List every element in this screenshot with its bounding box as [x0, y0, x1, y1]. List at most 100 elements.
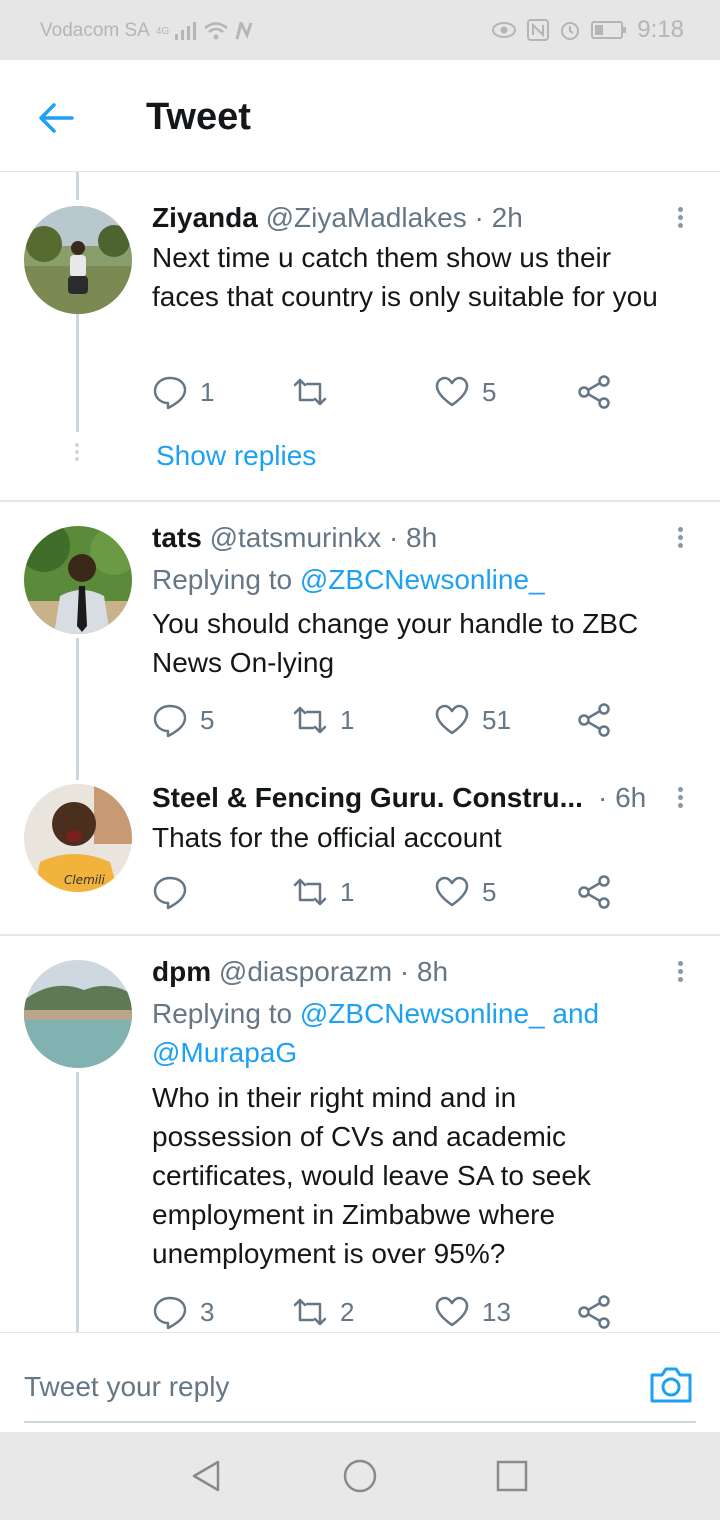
avatar[interactable]: Clemili	[24, 784, 132, 892]
replying-prefix: Replying to	[152, 998, 293, 1029]
tweet-steel-fencing[interactable]: Clemili Steel & Fencing Guru. Constru...…	[0, 772, 720, 934]
reply-count: 3	[200, 1296, 215, 1327]
timestamp: · 6h	[598, 782, 647, 813]
share-icon	[578, 1295, 610, 1329]
nav-back-icon[interactable]	[188, 1458, 224, 1494]
nfc-icon	[527, 19, 550, 41]
replying-to: Replying to @ZBCNewsonline_ and @MurapaG	[152, 994, 652, 1072]
retweet-button[interactable]: 2	[292, 1294, 354, 1330]
thread-continuation-dots	[75, 440, 79, 464]
back-arrow-icon[interactable]	[36, 98, 76, 138]
timestamp: · 2h	[474, 202, 523, 233]
retweet-button[interactable]: 1	[292, 874, 354, 910]
system-nav-bar	[0, 1432, 720, 1520]
tweet-header: Steel & Fencing Guru. Constru...	[152, 782, 583, 814]
reply-icon	[153, 376, 187, 410]
wifi-icon	[204, 22, 228, 40]
tweet-actions: 1 5	[152, 374, 622, 414]
reply-button[interactable]: 1	[152, 374, 214, 410]
reply-button[interactable]: 5	[152, 702, 214, 738]
retweet-button[interactable]: 1	[292, 702, 354, 738]
tweet-text: Thats for the official account	[152, 822, 502, 853]
avatar[interactable]	[24, 526, 132, 634]
app-header: Tweet	[0, 60, 720, 172]
thread-line	[76, 172, 79, 200]
more-options-icon[interactable]	[668, 784, 692, 814]
n-icon	[235, 22, 253, 40]
like-button[interactable]: 5	[434, 374, 496, 410]
heart-icon	[435, 704, 469, 735]
tweet-header: dpm @diasporazm · 8h	[152, 956, 448, 988]
replying-to-link[interactable]: @ZBCNewsonline_	[300, 564, 545, 595]
more-options-icon[interactable]	[668, 524, 692, 554]
retweet-icon	[293, 1298, 327, 1326]
camera-icon[interactable]	[648, 1361, 694, 1407]
display-name[interactable]: Steel & Fencing Guru. Constru...	[152, 782, 583, 814]
like-button[interactable]: 13	[434, 1294, 511, 1330]
avatar[interactable]	[24, 206, 132, 314]
retweet-count: 2	[340, 1296, 355, 1327]
battery-icon	[591, 21, 627, 39]
retweet-icon	[293, 878, 327, 906]
heart-icon	[435, 876, 469, 907]
share-button[interactable]	[576, 1294, 612, 1330]
tweet-actions: 3 2 13	[152, 1294, 622, 1334]
replying-to: Replying to @ZBCNewsonline_	[152, 560, 545, 599]
tweet-actions: 1 5	[152, 874, 622, 914]
display-name[interactable]: tats	[152, 522, 202, 554]
retweet-icon	[293, 378, 327, 406]
reply-icon	[153, 1296, 187, 1330]
eye-icon	[492, 22, 517, 38]
reply-count: 5	[200, 704, 215, 735]
signal-icon	[175, 22, 197, 40]
status-icons: 9:18	[491, 16, 684, 44]
display-name[interactable]: Ziyanda	[152, 202, 258, 234]
nav-recents-icon[interactable]	[494, 1458, 530, 1494]
user-handle[interactable]: @diasporazm	[219, 956, 392, 988]
reply-count: 1	[200, 376, 215, 407]
timestamp: · 8h	[388, 522, 438, 553]
tweet-actions: 5 1 51	[152, 702, 622, 742]
tweet-text: Next time u catch them show us their fac…	[152, 242, 658, 312]
share-button[interactable]	[576, 374, 612, 410]
display-name[interactable]: dpm	[152, 956, 211, 988]
thread-line	[76, 638, 79, 780]
heart-icon	[435, 1296, 469, 1327]
tweet-text: You should change your handle to ZBC New…	[152, 608, 639, 678]
retweet-icon	[293, 706, 327, 734]
timestamp: · 8h	[399, 956, 449, 987]
user-handle[interactable]: @ZiyaMadlakes	[266, 202, 467, 234]
heart-icon	[435, 376, 469, 407]
clock: 9:18	[637, 16, 684, 43]
like-button[interactable]: 51	[434, 702, 511, 738]
tweet-dpm[interactable]: dpm @diasporazm · 8h Replying to @ZBCNew…	[0, 936, 720, 1332]
reply-button[interactable]	[152, 874, 200, 910]
retweet-count: 1	[340, 704, 355, 735]
user-handle[interactable]: @tatsmurinkx	[210, 522, 382, 554]
more-options-icon[interactable]	[668, 204, 692, 234]
avatar[interactable]	[24, 960, 132, 1068]
show-replies-link[interactable]: Show replies	[156, 440, 316, 472]
more-options-icon[interactable]	[668, 958, 692, 988]
share-button[interactable]	[576, 702, 612, 738]
status-bar: Vodacom SA 4G 9:18	[0, 0, 720, 60]
thread-line	[76, 1072, 79, 1332]
alarm-icon	[561, 22, 580, 40]
input-underline	[24, 1421, 696, 1423]
like-count: 51	[482, 704, 511, 735]
nav-home-icon[interactable]	[342, 1458, 378, 1494]
retweet-button[interactable]	[292, 374, 340, 410]
reply-input[interactable]: Tweet your reply	[24, 1371, 229, 1403]
tweet-tats[interactable]: tats @tatsmurinkx · 8h Replying to @ZBCN…	[0, 502, 720, 780]
like-count: 13	[482, 1296, 511, 1327]
tweet-ziyanda[interactable]: Ziyanda @ZiyaMadlakes · 2h Next time u c…	[0, 172, 720, 502]
replying-prefix: Replying to	[152, 564, 293, 595]
page-title: Tweet	[146, 96, 251, 138]
share-button[interactable]	[576, 874, 612, 910]
share-icon	[578, 703, 610, 737]
share-icon	[578, 375, 610, 409]
like-count: 5	[482, 376, 497, 407]
like-button[interactable]: 5	[434, 874, 496, 910]
reply-button[interactable]: 3	[152, 1294, 214, 1330]
carrier-info: Vodacom SA 4G	[40, 20, 255, 42]
